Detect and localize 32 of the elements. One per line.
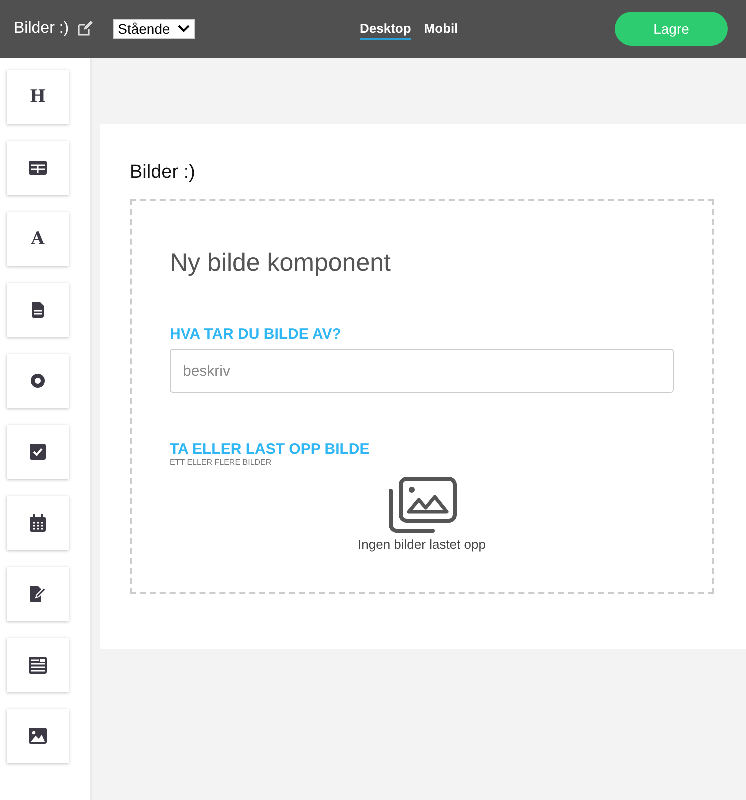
checkbox-icon <box>30 444 46 460</box>
radio-icon <box>31 374 45 388</box>
tool-button[interactable] <box>7 283 69 337</box>
calendar-icon <box>30 514 46 532</box>
article-icon <box>29 656 47 674</box>
images-icon[interactable] <box>387 477 457 533</box>
component-heading: Ny bilde komponent <box>170 249 392 278</box>
table-icon <box>29 161 47 175</box>
edit-icon[interactable] <box>77 21 94 37</box>
view-tab[interactable]: Desktop <box>360 18 412 40</box>
chevron-down-icon <box>178 25 190 33</box>
field-label: HVA TAR DU BILDE AV? <box>170 326 342 343</box>
image-icon <box>29 728 47 744</box>
document-icon <box>32 302 44 318</box>
tool-button[interactable] <box>7 709 69 763</box>
upload-label: TA ELLER LAST OPP BILDE <box>170 441 371 458</box>
tool-button[interactable] <box>7 638 69 692</box>
form-title: Bilder :) <box>14 20 70 38</box>
empty-message: Ingen bilder lastet opp <box>358 537 486 552</box>
tool-button[interactable] <box>7 496 69 550</box>
page-title: Bilder :) <box>130 162 196 184</box>
tool-button[interactable] <box>7 354 69 408</box>
tool-button[interactable] <box>7 567 69 621</box>
view-tab[interactable]: Mobil <box>424 18 458 40</box>
upload-hint: ETT ELLER FLERE BILDER <box>170 458 273 467</box>
tool-button[interactable]: H <box>7 70 69 124</box>
signature-icon <box>30 586 46 602</box>
tool-button[interactable] <box>7 141 69 195</box>
tool-button[interactable] <box>7 425 69 479</box>
orientation-select[interactable]: Stående <box>113 19 196 39</box>
description-field[interactable]: beskriv <box>170 349 674 393</box>
tool-button[interactable]: A <box>7 212 69 266</box>
